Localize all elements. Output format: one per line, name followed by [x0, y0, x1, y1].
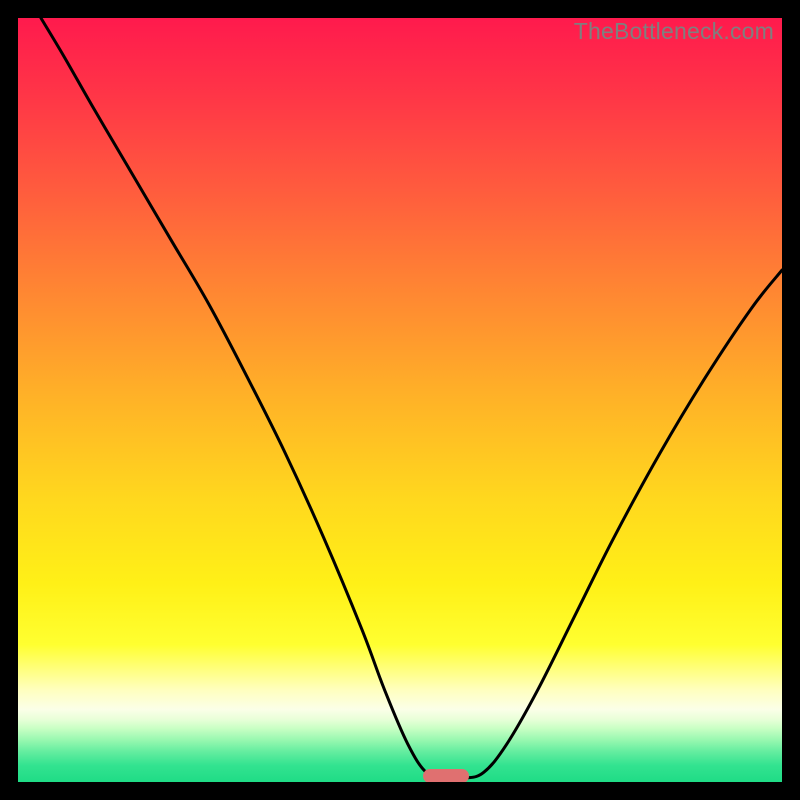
bottleneck-curve — [18, 18, 782, 782]
plot-area: TheBottleneck.com — [18, 18, 782, 782]
optimal-marker — [423, 769, 469, 782]
watermark-text: TheBottleneck.com — [574, 18, 774, 45]
chart-frame: TheBottleneck.com — [0, 0, 800, 800]
